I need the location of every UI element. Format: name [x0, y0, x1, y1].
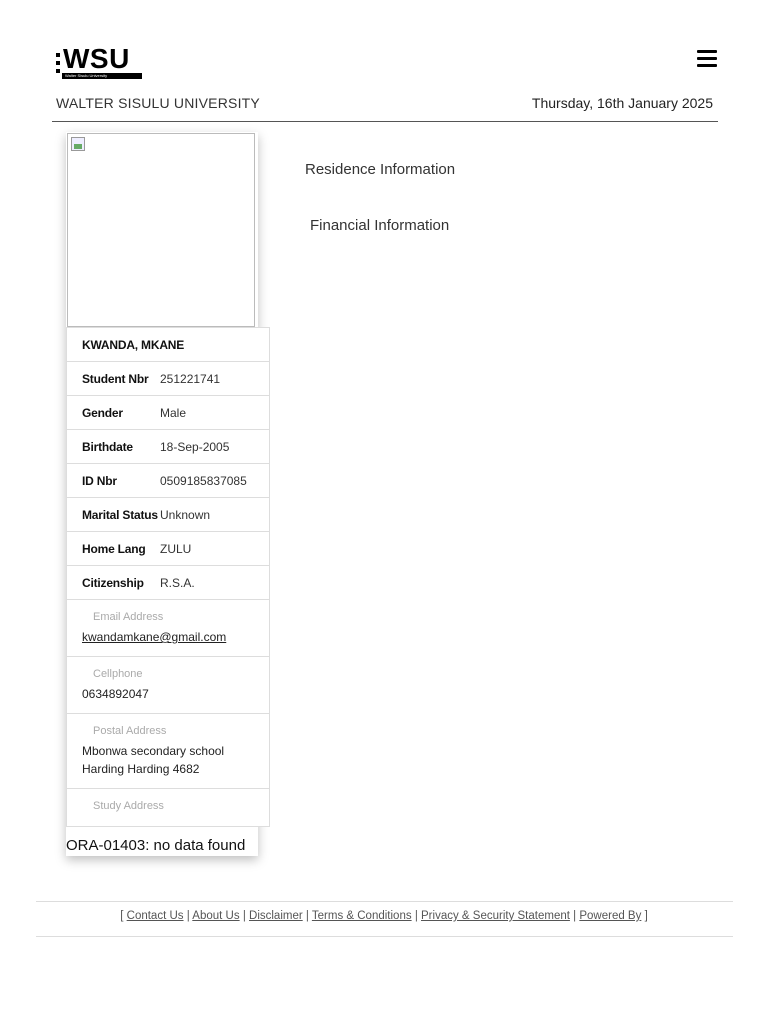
field-label: Birthdate [82, 439, 133, 454]
student-photo [67, 133, 255, 327]
field-value: ZULU [160, 541, 192, 556]
footer-link-powered-by[interactable]: Powered By [579, 910, 641, 922]
field-label: Gender [82, 405, 123, 420]
field-row-id-nbr: ID Nbr 0509185837085 [67, 464, 269, 498]
study-address-label: Study Address [93, 800, 164, 812]
field-label: Marital Status [82, 507, 158, 522]
student-info-table: KWANDA, MKANE Student Nbr 251221741 Gend… [66, 327, 270, 827]
field-label: Student Nbr [82, 371, 149, 386]
field-row-home-lang: Home Lang ZULU [67, 532, 269, 566]
postal-address-line1: Mbonwa secondary school [82, 744, 225, 758]
field-row-citizenship: Citizenship R.S.A. [67, 566, 269, 600]
footer-link-disclaimer[interactable]: Disclaimer [249, 910, 303, 922]
study-address-block: Study Address [67, 789, 269, 826]
field-label: ID Nbr [82, 473, 117, 488]
cellphone-block: Cellphone 0634892047 [67, 657, 269, 714]
field-value: 18-Sep-2005 [160, 439, 230, 454]
university-name: WALTER SISULU UNIVERSITY [56, 95, 260, 111]
field-value: 0509185837085 [160, 473, 247, 488]
email-block: Email Address kwandamkane@gmail.com [67, 600, 269, 657]
logo-dots [56, 53, 60, 77]
residence-information-link[interactable]: Residence Information [305, 161, 455, 178]
student-name: KWANDA, MKANE [82, 337, 185, 352]
field-value: 251221741 [160, 371, 221, 386]
field-row-gender: Gender Male [67, 396, 269, 430]
footer-divider-bottom [36, 936, 733, 937]
field-row-student-nbr: Student Nbr 251221741 [67, 362, 269, 396]
postal-address-label: Postal Address [93, 725, 167, 737]
footer-divider-top [36, 901, 733, 902]
footer-links: [ Contact Us | About Us | Disclaimer | T… [120, 910, 648, 922]
logo-strip: Walter Sisulu University [62, 73, 142, 79]
footer-link-privacy[interactable]: Privacy & Security Statement [421, 910, 570, 922]
field-value: Male [160, 405, 187, 420]
student-name-row: KWANDA, MKANE [67, 328, 269, 362]
current-date: Thursday, 16th January 2025 [531, 95, 713, 111]
footer-link-contact-us[interactable]: Contact Us [127, 910, 184, 922]
footer-link-about-us[interactable]: About Us [192, 910, 239, 922]
postal-address-block: Postal Address Mbonwa secondary school H… [67, 714, 269, 789]
email-label: Email Address [93, 611, 164, 623]
footer-link-terms[interactable]: Terms & Conditions [312, 910, 412, 922]
field-label: Citizenship [82, 575, 144, 590]
broken-image-icon [71, 137, 85, 151]
field-row-marital-status: Marital Status Unknown [67, 498, 269, 532]
field-value: R.S.A. [160, 575, 195, 590]
financial-information-link[interactable]: Financial Information [310, 217, 449, 234]
field-label: Home Lang [82, 541, 146, 556]
logo-text: WSU [63, 43, 130, 74]
field-value: Unknown [160, 507, 211, 522]
email-link[interactable]: kwandamkane@gmail.com [82, 628, 259, 646]
hamburger-menu-icon[interactable] [697, 50, 717, 68]
postal-address-line2: Harding Harding 4682 [82, 762, 200, 776]
error-message: ORA-01403: no data found [66, 837, 246, 854]
cellphone-label: Cellphone [93, 668, 143, 680]
field-row-birthdate: Birthdate 18-Sep-2005 [67, 430, 269, 464]
wsu-logo[interactable]: WSU Walter Sisulu University [56, 44, 142, 80]
cellphone-value: 0634892047 [82, 687, 149, 701]
header-divider [52, 121, 718, 122]
